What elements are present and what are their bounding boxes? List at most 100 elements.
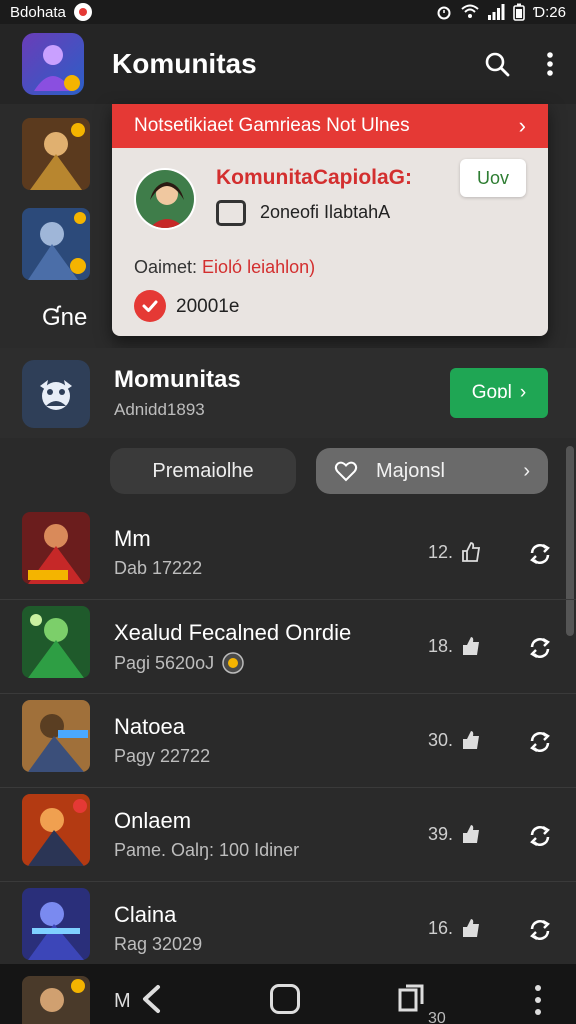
post-thumbnail	[22, 512, 90, 584]
thumbs-up-icon	[463, 825, 480, 843]
post-title: Natoea	[114, 714, 185, 739]
post-title: Mm	[114, 526, 151, 551]
app-bar: Komunitas	[0, 24, 576, 104]
popup-title: KomunitaCapiolaG:	[216, 166, 413, 189]
join-button[interactable]: Goɒl ›	[450, 368, 548, 418]
post-subtitle: Pagi 5620oJ	[114, 652, 244, 674]
community-name: Momunitas	[114, 366, 241, 393]
like-count-text: 30.	[428, 729, 454, 750]
post-list: Mm Dab 17222 12. Xealud Fecalned Onrdie …	[0, 506, 576, 976]
game-thumbnail[interactable]	[22, 118, 90, 190]
more-vertical-icon[interactable]	[528, 982, 548, 1018]
post-subtitle-text: Pagi 5620oJ	[114, 652, 215, 673]
community-icon	[22, 360, 90, 428]
medal-icon	[222, 652, 244, 674]
home-icon[interactable]	[270, 984, 300, 1014]
wifi-icon	[461, 4, 479, 18]
post-thumbnail	[22, 700, 90, 772]
more-vertical-icon[interactable]	[546, 51, 554, 77]
popup-content-value: Eioló leiahlon)	[202, 257, 316, 277]
post-subtitle: Pagy 22722	[114, 746, 210, 767]
popup-banner[interactable]: Notsetikiaet Gamrieas Not Ulnes ›	[112, 104, 548, 148]
alarm-icon	[437, 6, 451, 20]
tab-left[interactable]: Premaiolhe	[110, 448, 296, 494]
search-icon[interactable]	[484, 51, 510, 77]
list-item[interactable]: Onlaem Pame. Oalŋ: 100 Idiner 39.	[0, 788, 576, 882]
share-icon[interactable]	[527, 635, 553, 661]
join-button-label: Goɒl	[471, 382, 512, 403]
like-count[interactable]: 16.	[428, 917, 481, 939]
thumbs-up-icon	[462, 542, 481, 562]
list-item[interactable]: Claina Rag 32029 16.	[0, 882, 576, 976]
filter-tabs: Premaiolhe Majonsl ›	[0, 446, 576, 496]
like-count-text: 39.	[428, 823, 454, 844]
tab-right[interactable]: Majonsl ›	[316, 448, 548, 494]
share-icon[interactable]	[527, 541, 553, 567]
page-title: Komunitas	[112, 48, 257, 79]
post-subtitle-text: Pame. Oalŋ: 100 Idiner	[114, 840, 300, 860]
post-subtitle-text: Rag 32029	[114, 934, 203, 954]
notification-icon	[73, 3, 92, 21]
like-count[interactable]: 39.	[428, 823, 481, 845]
check-badge-icon	[134, 290, 166, 322]
post-thumbnail	[22, 794, 90, 866]
status-app-label: Bdohata	[10, 3, 66, 21]
community-header: Momunitas Adnidd1893 Goɒl ›	[0, 348, 576, 438]
popup-badge-text: 20001e	[176, 296, 240, 317]
status-bar: Bdohata Ɗ:26	[0, 0, 576, 24]
community-meta: Adnidd1893	[114, 400, 205, 419]
popup-content-label: Oaimet:	[134, 257, 198, 277]
list-item[interactable]: Natoea Pagy 22722 30.	[0, 694, 576, 788]
post-thumbnail	[22, 976, 90, 1024]
like-count[interactable]: 18.	[428, 635, 481, 657]
popup-banner-text: Notsetikiaet Gamrieas Not Ulnes	[134, 115, 410, 136]
post-title: Claina	[114, 902, 177, 927]
post-subtitle: Pame. Oalŋ: 100 Idiner	[114, 840, 299, 861]
status-time: Ɗ:26	[533, 3, 566, 21]
thumbs-up-icon	[463, 637, 480, 655]
notification-popup[interactable]: Notsetikiaet Gamrieas Not Ulnes › Komuni…	[112, 104, 548, 336]
thumbs-up-icon	[463, 919, 480, 937]
navigation-bar: M 30	[0, 964, 576, 1024]
post-subtitle-text: Dab 17222	[114, 558, 203, 578]
chevron-right-icon: ›	[518, 113, 526, 138]
list-item[interactable]: Xealud Fecalned Onrdie Pagi 5620oJ 18.	[0, 600, 576, 694]
post-thumbnail	[22, 888, 90, 960]
share-icon[interactable]	[527, 823, 553, 849]
like-count-text: 16.	[428, 917, 454, 938]
share-icon[interactable]	[527, 917, 553, 943]
like-count[interactable]: 12.	[428, 541, 481, 563]
like-count[interactable]: 30.	[428, 729, 481, 751]
left-thumbnail-column: Ɠne	[0, 104, 112, 348]
chevron-right-icon: ›	[523, 459, 530, 482]
post-title: Onlaem	[114, 808, 192, 833]
share-icon[interactable]	[527, 729, 553, 755]
popup-content-line: Oaimet: Eioló leiahlon)	[134, 257, 315, 278]
post-subtitle: Rag 32029	[114, 934, 202, 955]
like-count-text: 12.	[428, 541, 454, 562]
popup-subtitle: 2oneofi IlabtahA	[260, 202, 391, 222]
avatar	[134, 168, 196, 230]
back-icon[interactable]	[140, 984, 164, 1014]
heart-icon	[334, 461, 358, 482]
side-label: Ɠne	[42, 304, 88, 331]
thumbs-up-icon	[463, 731, 480, 749]
chevron-right-icon: ›	[519, 382, 527, 403]
nav-count: 30	[428, 1010, 446, 1024]
recents-icon[interactable]	[398, 984, 424, 1012]
nav-label: M	[114, 990, 131, 1012]
game-thumbnail[interactable]	[22, 208, 90, 280]
right-edge	[548, 104, 576, 348]
post-title: Xealud Fecalned Onrdie	[114, 620, 352, 645]
like-count-text: 18.	[428, 635, 454, 656]
post-subtitle: Dab 17222	[114, 558, 202, 579]
checkbox-icon[interactable]	[216, 200, 246, 226]
popup-action-button[interactable]: Uov	[460, 159, 526, 197]
app-logo[interactable]	[22, 33, 84, 95]
post-subtitle-text: Pagy 22722	[114, 746, 211, 766]
post-thumbnail	[22, 606, 90, 678]
signal-icon	[488, 4, 505, 20]
tab-right-label: Majonsl	[376, 459, 445, 482]
list-item[interactable]: Mm Dab 17222 12.	[0, 506, 576, 600]
battery-icon	[513, 3, 525, 21]
